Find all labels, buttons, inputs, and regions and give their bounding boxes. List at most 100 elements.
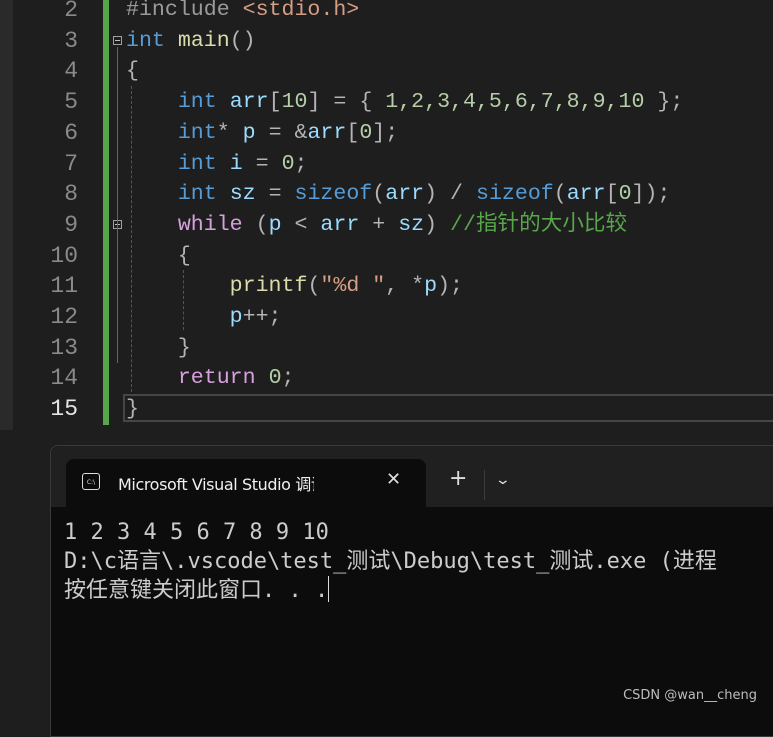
code-token: arr xyxy=(385,182,425,207)
output-line: 1 2 3 4 5 6 7 8 9 10 xyxy=(64,520,329,545)
code-token: * xyxy=(216,120,243,145)
code-line[interactable]: 5 int arr[10] = { 1,2,3,4,5,6,7,8,9,10 }… xyxy=(0,87,773,117)
code-line[interactable]: 7 int i = 0; xyxy=(0,149,773,179)
line-number: 8 xyxy=(64,181,78,208)
terminal-output[interactable]: 1 2 3 4 5 6 7 8 9 10 D:\c语言\.vscode\test_… xyxy=(64,518,717,605)
code-line[interactable]: 11 printf("%d ", *p); xyxy=(0,271,773,301)
code-token: { xyxy=(126,59,139,84)
line-number: 15 xyxy=(50,396,78,423)
code-line[interactable]: 12 p++; xyxy=(0,302,773,332)
code-token: ; xyxy=(281,366,295,391)
code-token: = xyxy=(242,151,282,176)
line-number: 6 xyxy=(64,119,78,146)
tab-title: Microsoft Visual Studio 调试控制台 xyxy=(118,475,314,494)
code-token: arr xyxy=(307,120,347,145)
code-token: ] = { xyxy=(307,90,386,115)
indent-guide xyxy=(131,86,132,392)
code-token: int xyxy=(177,120,217,145)
code-token: <stdio.h> xyxy=(242,0,360,22)
code-text: while (p < arr + sz) //指针的大小比较 xyxy=(126,210,627,240)
code-token: ) xyxy=(424,212,451,237)
code-token: ( xyxy=(553,182,567,207)
line-number: 10 xyxy=(50,242,78,269)
code-token: 10 xyxy=(281,90,308,115)
code-token: ( xyxy=(242,212,269,237)
code-token: #include xyxy=(126,0,243,22)
fold-guide xyxy=(117,47,118,363)
line-number: 5 xyxy=(64,89,78,116)
code-line[interactable]: 8 int sz = sizeof(arr) / sizeof(arr[0]); xyxy=(0,179,773,209)
close-icon[interactable]: ✕ xyxy=(386,469,401,490)
line-number: 9 xyxy=(64,211,78,238)
code-line[interactable]: 6 int* p = &arr[0]; xyxy=(0,118,773,148)
code-token: p xyxy=(229,305,243,329)
line-number: 4 xyxy=(64,58,78,85)
code-line[interactable]: 2 #include <stdio.h> xyxy=(0,0,773,25)
code-token: , * xyxy=(385,274,425,299)
current-line-highlight xyxy=(123,394,773,422)
code-text: } xyxy=(126,333,191,363)
code-line[interactable]: 4{ xyxy=(0,56,773,86)
code-text: return 0; xyxy=(126,363,295,393)
code-token: ( xyxy=(307,274,321,299)
code-token: ( xyxy=(372,182,386,207)
code-token: [ xyxy=(605,182,619,207)
code-editor[interactable]: 2 #include <stdio.h> 3 int main() 4{5 int ar… xyxy=(0,0,773,430)
code-token: ); xyxy=(437,274,463,299)
code-token: ]; xyxy=(372,120,399,145)
code-text: p++; xyxy=(126,302,282,332)
terminal-tab[interactable]: C:\ Microsoft Visual Studio 调试控制台 ✕ xyxy=(66,459,426,507)
code-token: ++; xyxy=(242,305,282,329)
code-token: main xyxy=(177,28,230,53)
chevron-down-icon[interactable]: ⌄ xyxy=(495,472,511,488)
code-token: [ xyxy=(346,120,360,145)
code-text: { xyxy=(126,56,139,86)
line-number: 2 xyxy=(64,0,78,23)
indent-guide xyxy=(183,270,184,330)
code-token: printf xyxy=(229,274,308,299)
code-token: p xyxy=(242,120,256,145)
code-token: 1,2,3,4,5,6,7,8,9,10 xyxy=(385,90,645,115)
code-token: 0 xyxy=(281,151,295,176)
fold-main-icon[interactable] xyxy=(113,36,122,45)
code-token: [ xyxy=(268,90,282,115)
output-line: D:\c语言\.vscode\test_测试\Debug\test_测试.exe… xyxy=(64,549,717,574)
code-line[interactable]: 13 } xyxy=(0,333,773,363)
code-token: p xyxy=(424,274,438,299)
code-text: printf("%d ", *p); xyxy=(126,271,463,301)
code-token: i xyxy=(229,151,243,176)
watermark: CSDN @wan__cheng xyxy=(623,688,757,703)
code-text: int i = 0; xyxy=(126,149,308,179)
code-token: //指针的大小比较 xyxy=(450,212,628,237)
code-line[interactable]: 14 return 0; xyxy=(0,363,773,393)
code-text: { xyxy=(126,241,191,271)
line-number: 14 xyxy=(50,365,78,392)
new-tab-button[interactable]: + xyxy=(449,468,467,490)
line-number: 13 xyxy=(50,334,78,361)
code-text: int sz = sizeof(arr) / sizeof(arr[0]); xyxy=(126,179,671,209)
terminal-tab-bar: C:\ Microsoft Visual Studio 调试控制台 ✕ + ⌄ xyxy=(51,446,773,507)
code-line[interactable]: 10 { xyxy=(0,241,773,271)
text-cursor xyxy=(328,576,330,602)
code-token: 0 xyxy=(268,366,282,391)
code-token: int xyxy=(177,182,217,207)
code-token: } xyxy=(126,335,191,360)
code-token: = & xyxy=(255,120,308,145)
code-token: 0 xyxy=(359,120,373,145)
line-number: 3 xyxy=(64,27,78,54)
code-token: }; xyxy=(644,90,684,115)
code-token: p xyxy=(268,212,282,237)
code-token: < xyxy=(281,212,321,237)
code-token: + xyxy=(359,212,399,237)
code-token: int xyxy=(177,151,217,176)
